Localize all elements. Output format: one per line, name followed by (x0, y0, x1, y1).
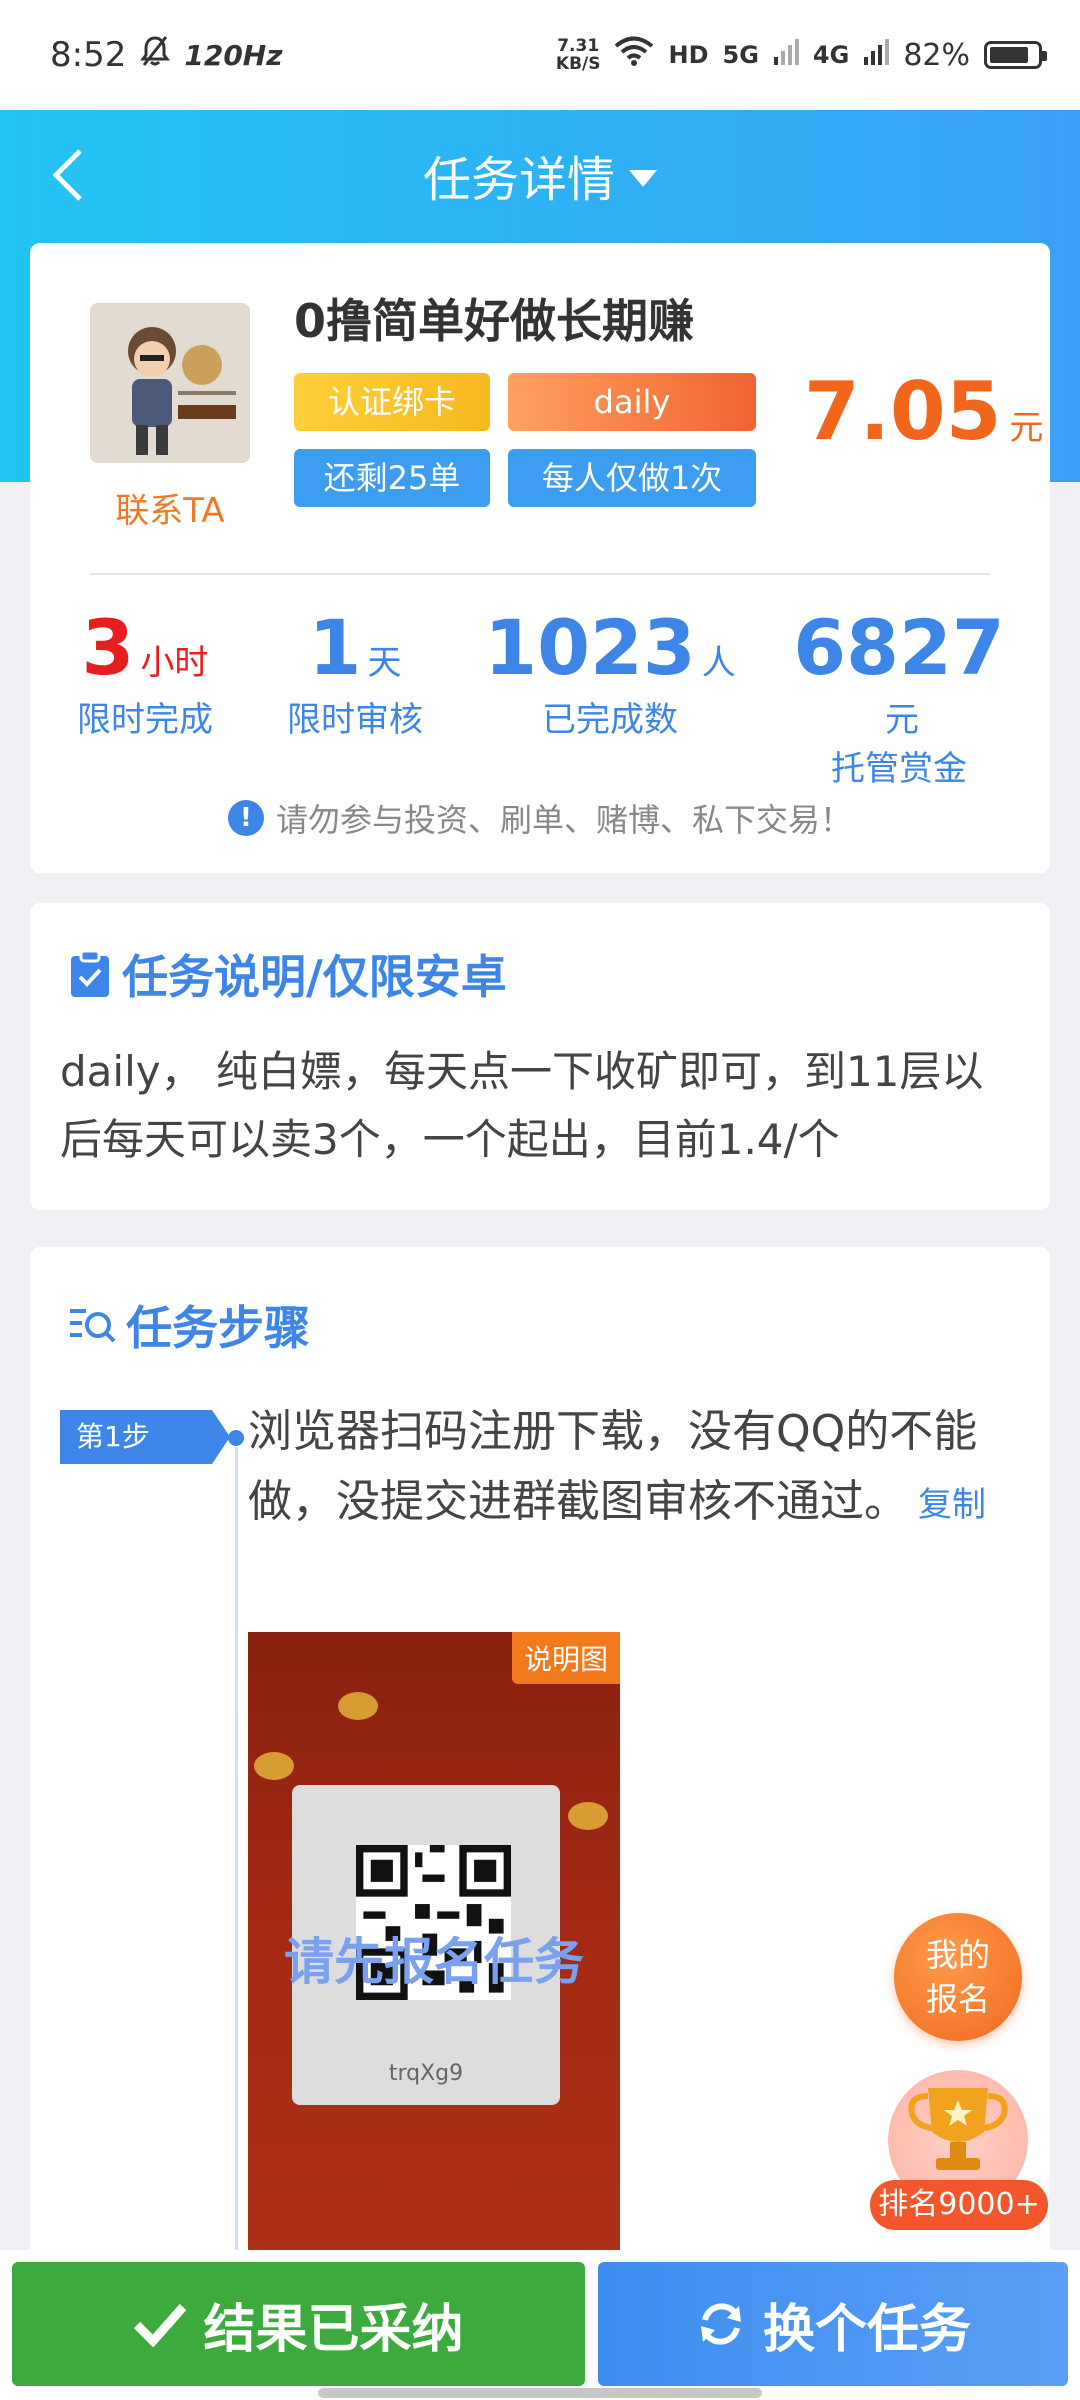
stat-value: 3 (81, 603, 135, 692)
result-accepted-button[interactable]: 结果已采纳 (12, 2262, 585, 2386)
my-signups-line1: 我的 (925, 1936, 990, 1974)
task-summary-card: 联系TA 0撸简单好做长期赚 认证绑卡 daily 还剩25单 每人仅做1次 7… (30, 243, 1050, 873)
copy-button[interactable]: 复制 (918, 1485, 986, 1525)
signup-first-overlay: 请先报名任务 (284, 1933, 584, 1991)
ranking-label: 排名9000+ (870, 2180, 1048, 2230)
coin-decoration (254, 1752, 294, 1780)
divider (90, 573, 990, 575)
steps-header: 任务步骤 (68, 1292, 310, 1358)
exclamation-icon: ! (227, 800, 264, 836)
stat-value: 6827 (793, 603, 1005, 692)
stat-label: 限时完成 (77, 700, 213, 740)
clock: 8:52 (50, 35, 127, 75)
reward-price: 7.05 元 (804, 365, 1043, 458)
tag-bind-card: 认证绑卡 (294, 373, 490, 431)
my-signups-line2: 报名 (925, 1980, 990, 2018)
mute-bell-icon (140, 35, 171, 76)
safety-warning: ! 请勿参与投资、刷单、赌博、私下交易！ (30, 795, 1050, 841)
status-bar: 8:52 120Hz 7.31 KB/S HD 5G 4G 82% (0, 0, 1080, 110)
stat-unit: 元 (885, 700, 919, 740)
task-title: 0撸简单好做长期赚 (294, 294, 695, 348)
step-text: 浏览器扫码注册下载，没有QQ的不能做，没提交进群截图审核不通过。 复制 (248, 1397, 1020, 1540)
signal-5g-label: 5G (722, 41, 759, 69)
step-dot (228, 1430, 244, 1446)
description-text: daily， 纯白嫖，每天点一下收矿即可，到11层以后每天可以卖3个，一个起出，… (60, 1047, 984, 1164)
stat-escrow-reward: 6827 元 托管赏金 (774, 603, 1024, 790)
nav-title-dropdown[interactable]: 任务详情 (0, 140, 1080, 210)
network-speed: 7.31 KB/S (556, 37, 601, 73)
step-badge: 第1步 (60, 1410, 230, 1464)
bottom-action-bar: 结果已采纳 换个任务 (0, 2250, 1080, 2400)
qr-caption: trqXg9 (388, 2061, 464, 2086)
task-detail-screen: 8:52 120Hz 7.31 KB/S HD 5G 4G 82% 任务详情 联… (0, 0, 1080, 2400)
guide-image-label: 说明图 (511, 1632, 620, 1684)
wifi-icon (614, 36, 654, 74)
stat-review-limit: 1天 限时审核 (270, 603, 440, 741)
list-search-icon (70, 1309, 116, 1343)
tag-once-per-person: 每人仅做1次 (508, 449, 756, 507)
stat-completed: 1023 人 已完成数 (475, 603, 745, 741)
tag-daily: daily (508, 373, 756, 431)
network-speed-unit: KB/S (555, 54, 601, 74)
stat-unit: 天 (367, 643, 402, 683)
home-indicator[interactable] (318, 2388, 762, 2398)
tag-remaining: 还剩25单 (294, 449, 490, 507)
nav-bar: 任务详情 (0, 110, 1080, 240)
signal-4g-icon (863, 37, 890, 73)
contact-publisher-link[interactable]: 联系TA (78, 483, 262, 532)
network-speed-value: 7.31 (557, 36, 600, 56)
signal-4g-label: 4G (812, 41, 850, 69)
trophy-icon (908, 2088, 1008, 2170)
ranking-button[interactable]: 排名9000+ (870, 2070, 1048, 2230)
hd-indicator: HD (668, 41, 709, 69)
refresh-rate: 120Hz (184, 38, 283, 72)
stat-unit: 小时 (140, 643, 209, 683)
accept-label: 结果已采纳 (203, 2299, 464, 2360)
caret-down-icon (629, 169, 657, 187)
task-description-card: 任务说明/仅限安卓 daily， 纯白嫖，每天点一下收矿即可，到11层以后每天可… (30, 903, 1050, 1210)
avatar-image (90, 303, 250, 463)
page-title: 任务详情 (422, 152, 615, 208)
battery-icon (984, 41, 1047, 69)
signal-5g-icon (773, 37, 799, 73)
battery-percent: 82% (903, 37, 970, 73)
price-unit: 元 (1009, 408, 1044, 448)
stat-label: 限时审核 (287, 700, 423, 740)
description-title: 任务说明/仅限安卓 (122, 950, 507, 1004)
stat-label: 已完成数 (542, 700, 678, 740)
stat-label: 托管赏金 (831, 749, 967, 789)
publisher-avatar[interactable] (90, 303, 250, 463)
clipboard-check-icon (71, 949, 109, 997)
my-signups-button[interactable]: 我的 报名 (894, 1913, 1022, 2041)
steps-title: 任务步骤 (126, 1301, 310, 1355)
status-right: 7.31 KB/S HD 5G 4G 82% (556, 36, 1047, 74)
stat-unit: 人 (701, 643, 736, 683)
stat-value: 1 (308, 603, 362, 692)
warning-text: 请勿参与投资、刷单、赌博、私下交易！ (275, 801, 852, 839)
coin-decoration (338, 1692, 378, 1720)
coin-decoration (568, 1802, 608, 1830)
switch-task-button[interactable]: 换个任务 (598, 2262, 1068, 2386)
battery-fill (990, 47, 1028, 63)
stat-value: 1023 (484, 603, 696, 692)
switch-label: 换个任务 (762, 2299, 971, 2360)
stat-time-limit: 3 小时 限时完成 (60, 603, 230, 741)
price-value: 7.05 (804, 365, 1002, 458)
description-header: 任务说明/仅限安卓 (68, 941, 507, 1007)
step-instruction: 浏览器扫码注册下载，没有QQ的不能做，没提交进群截图审核不通过。 (248, 1406, 978, 1527)
checkmark-icon (134, 2304, 187, 2347)
refresh-icon (700, 2303, 741, 2345)
status-left: 8:52 120Hz (50, 35, 283, 76)
